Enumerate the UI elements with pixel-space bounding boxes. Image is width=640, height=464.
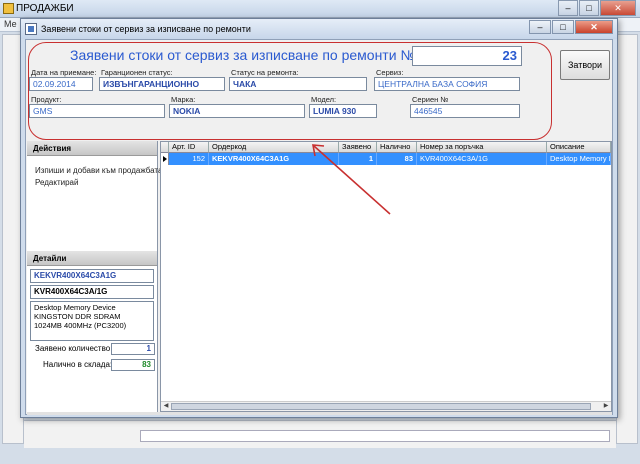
requested-qty-field: 1 xyxy=(111,343,155,355)
product-label: Продукт: xyxy=(31,95,62,104)
dialog-titlebar: Заявени стоки от сервиз за изписване по … xyxy=(21,19,617,39)
status-bar xyxy=(27,412,612,415)
detail-description: Desktop Memory Device KINGSTON DDR SDRAM… xyxy=(30,301,154,341)
column-requested[interactable]: Заявено xyxy=(339,142,377,153)
scroll-right-icon[interactable]: ▶ xyxy=(602,403,610,410)
background-window-titlebar: ПРОДАЖБИ – □ ✕ xyxy=(0,0,640,18)
cell-description: Desktop Memory De xyxy=(547,153,611,165)
model-label: Модел: xyxy=(311,95,337,104)
dialog-body: Заявени стоки от сервиз за изписване по … xyxy=(25,39,613,415)
warranty-field: ИЗВЪНГАРАНЦИОННО xyxy=(99,77,225,91)
brand-label: Марка: xyxy=(171,95,196,104)
maximize-icon[interactable]: □ xyxy=(579,0,599,16)
dialog-window-controls: – □ ✕ xyxy=(528,20,613,34)
action-write-off-add[interactable]: Изпиши и добави към продажбата xyxy=(35,166,162,175)
cell-available: 83 xyxy=(377,153,417,165)
request-number-field: 23 xyxy=(412,46,522,66)
warranty-label: Гаранционен статус: xyxy=(101,68,173,77)
dialog-icon xyxy=(25,23,37,35)
column-ordercode[interactable]: Ордеркод xyxy=(209,142,339,153)
row-selector-arrow-icon xyxy=(161,153,169,165)
date-label: Дата на приемане: xyxy=(31,68,97,77)
app-icon xyxy=(3,3,14,14)
close-icon[interactable]: ✕ xyxy=(575,20,613,34)
serial-label: Сериен № xyxy=(412,95,449,104)
dialog-title: Заявени стоки от сервиз за изписване по … xyxy=(41,24,251,34)
column-description[interactable]: Описание xyxy=(547,142,611,153)
close-icon[interactable]: ✕ xyxy=(600,0,636,16)
column-available[interactable]: Налично xyxy=(377,142,417,153)
service-field: ЦЕНТРАЛНА БАЗА СОФИЯ xyxy=(374,77,520,91)
background-right-panel xyxy=(616,34,638,444)
menu-item[interactable]: Ме xyxy=(4,19,17,29)
serial-field: 446545 xyxy=(410,104,520,118)
repair-status-field: ЧАКА xyxy=(229,77,367,91)
cell-order-number: KVR400X64C3A/1G xyxy=(417,153,547,165)
items-grid: Арт. ID Ордеркод Заявено Налично Номер з… xyxy=(160,141,612,412)
minimize-icon[interactable]: – xyxy=(529,20,551,34)
column-order-number[interactable]: Номер за поръчка xyxy=(417,142,547,153)
service-items-dialog: Заявени стоки от сервиз за изписване по … xyxy=(20,18,618,418)
maximize-icon[interactable]: □ xyxy=(552,20,574,34)
form-heading: Заявени стоки от сервиз за изписване по … xyxy=(70,47,416,63)
action-edit[interactable]: Редактирай xyxy=(35,178,78,187)
minimize-icon[interactable]: – xyxy=(558,0,578,16)
date-field: 02.09.2014 xyxy=(29,77,93,91)
grid-corner xyxy=(161,142,169,153)
cell-requested: 1 xyxy=(339,153,377,165)
detail-ordercode: KEKVR400X64C3A1G xyxy=(30,269,154,283)
background-window-title: ПРОДАЖБИ xyxy=(16,3,74,14)
close-button[interactable]: Затвори xyxy=(560,50,610,80)
background-input-strip xyxy=(140,430,610,442)
left-pane: Действия Изпиши и добави към продажбата … xyxy=(27,141,162,412)
service-label: Сервиз: xyxy=(376,68,404,77)
scrollbar-thumb[interactable] xyxy=(171,403,591,410)
stock-qty-field: 83 xyxy=(111,359,155,371)
repair-status-label: Статус на ремонта: xyxy=(231,68,299,77)
brand-field: NOKIA xyxy=(169,104,305,118)
details-header: Детайли xyxy=(27,251,157,266)
horizontal-scrollbar[interactable]: ◀ ▶ xyxy=(161,401,611,411)
model-field: LUMIA 930 xyxy=(309,104,377,118)
column-art-id[interactable]: Арт. ID xyxy=(169,142,209,153)
cell-art-id: 152 xyxy=(169,153,209,165)
table-row[interactable]: 152 KEKVR400X64C3A1G 1 83 KVR400X64C3A/1… xyxy=(161,153,611,165)
requested-qty-label: Заявено количество: xyxy=(35,344,113,353)
detail-part-number: KVR400X64C3A/1G xyxy=(30,285,154,299)
cell-ordercode: KEKVR400X64C3A1G xyxy=(209,153,339,165)
product-field: GMS xyxy=(29,104,165,118)
scroll-left-icon[interactable]: ◀ xyxy=(162,403,170,410)
stock-qty-label: Налично в склада: xyxy=(43,360,113,369)
background-window-controls: – □ ✕ xyxy=(557,0,636,16)
actions-header: Действия xyxy=(27,141,157,156)
